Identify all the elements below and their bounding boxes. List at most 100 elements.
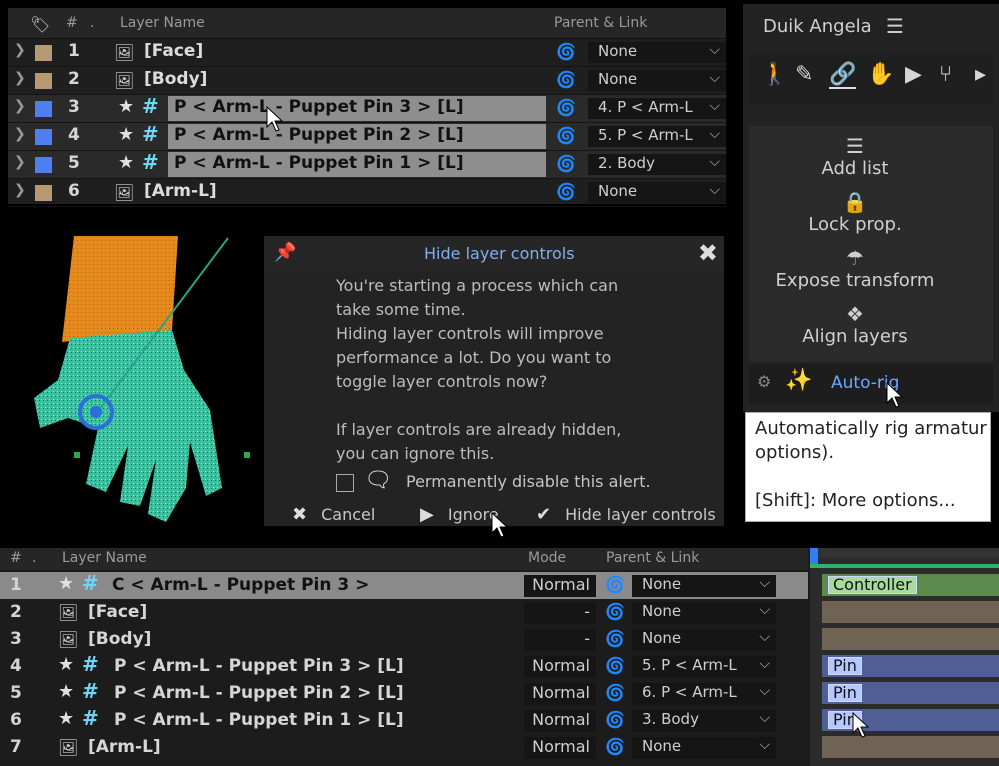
label-color-swatch[interactable] [35, 129, 52, 145]
expand-arrow-icon[interactable]: ❯ [14, 70, 26, 86]
layer-row[interactable]: ❯ 2 🖼 [Body] 🌀 None ⌵ [8, 67, 726, 95]
col-parent-link[interactable]: Parent & Link [554, 15, 647, 31]
expand-arrow-icon[interactable]: ❯ [14, 182, 26, 198]
layer-name[interactable]: P < Arm-L - Puppet Pin 1 > [L] [174, 153, 464, 173]
layer-name[interactable]: P < Arm-L - Puppet Pin 3 > [L] [174, 97, 464, 117]
col-mode[interactable]: Mode [528, 550, 566, 566]
parent-dropdown[interactable]: None ⌵ [588, 70, 726, 91]
parent-dropdown[interactable]: 5. P < Arm-L ⌵ [588, 126, 726, 147]
col-layer-name[interactable]: Layer Name [120, 15, 205, 31]
layer-name[interactable]: P < Arm-L - Puppet Pin 2 > [L] [174, 125, 464, 145]
pickwhip-icon[interactable]: 🌀 [556, 154, 576, 173]
expand-arrow-icon[interactable]: ❯ [14, 42, 26, 58]
blend-mode-dropdown[interactable]: - [524, 629, 596, 651]
pickwhip-icon[interactable]: 🌀 [605, 629, 625, 648]
pickwhip-icon[interactable]: 🌀 [605, 737, 625, 756]
rigging-figure-icon[interactable]: 🚶 [761, 62, 788, 87]
lock-prop-tool[interactable]: 🔒 Lock prop. [749, 190, 961, 235]
pin-marker-2[interactable] [244, 452, 250, 458]
label-color-swatch[interactable] [35, 157, 52, 173]
time-ruler[interactable] [810, 548, 999, 558]
add-list-tool[interactable]: ☰ Add list [749, 134, 961, 179]
gear-icon[interactable]: ⚙ [757, 372, 771, 391]
layer-name[interactable]: [Arm-L] [88, 737, 161, 757]
layer-row[interactable]: 4 ★ # P < Arm-L - Puppet Pin 3 > [L] Normal 🌀… [0, 652, 808, 680]
pin-icon[interactable]: 📌 [274, 242, 296, 263]
parent-dropdown[interactable]: 4. P < Arm-L ⌵ [588, 98, 726, 119]
layer-name[interactable]: [Face] [88, 602, 147, 622]
layer-name[interactable]: [Arm-L] [144, 181, 217, 201]
parent-dropdown[interactable]: None ⌵ [632, 602, 776, 624]
label-color-swatch[interactable] [35, 45, 52, 61]
bone-icon[interactable]: ⑂ [939, 62, 952, 87]
more-tab-icon[interactable]: ▸ [975, 62, 986, 87]
parent-dropdown[interactable]: 5. P < Arm-L ⌵ [632, 656, 776, 678]
label-color-swatch[interactable] [35, 185, 52, 201]
playhead[interactable] [810, 548, 818, 564]
expand-arrow-icon[interactable]: ❯ [14, 126, 26, 142]
layer-row[interactable]: 5 ★ # P < Arm-L - Puppet Pin 2 > [L] Normal 🌀… [0, 679, 808, 707]
layer-row[interactable]: 3 🖼 [Body] - 🌀 None ⌵ [0, 626, 808, 653]
work-area-bar[interactable] [810, 564, 999, 568]
cancel-button[interactable]: ✖ Cancel [292, 504, 375, 525]
pickwhip-icon[interactable]: 🌀 [556, 42, 576, 61]
pin-marker-1[interactable] [74, 452, 80, 458]
pickwhip-icon[interactable]: 🌀 [556, 98, 576, 117]
pickwhip-icon[interactable]: 🌀 [605, 602, 625, 621]
pickwhip-icon[interactable]: 🌀 [605, 656, 625, 675]
layer-duration-bar[interactable]: Pin [822, 682, 999, 704]
layer-duration-bar[interactable]: Pin [822, 709, 999, 731]
pickwhip-icon[interactable]: 🌀 [605, 575, 625, 594]
close-icon[interactable]: ✖ [698, 239, 718, 267]
label-tag-icon[interactable]: 🏷 [30, 15, 50, 34]
link-icon[interactable]: 🔗 [829, 62, 857, 89]
ignore-button[interactable]: ▶ Ignore [420, 504, 499, 525]
layer-name[interactable]: C < Arm-L - Puppet Pin 3 > [112, 575, 369, 595]
pickwhip-icon[interactable]: 🌀 [605, 710, 625, 729]
layer-duration-bar[interactable] [822, 736, 999, 758]
blend-mode-dropdown[interactable]: Normal [524, 683, 596, 705]
col-parent-link[interactable]: Parent & Link [606, 550, 699, 566]
layer-row[interactable]: 7 🖼 [Arm-L] Normal 🌀 None ⌵ [0, 734, 808, 761]
parent-dropdown[interactable]: None ⌵ [632, 629, 776, 651]
disable-alert-checkbox[interactable] [336, 474, 354, 492]
autorig-item[interactable]: ⚙ ✨ Auto-rig [749, 364, 993, 404]
layer-duration-bar[interactable] [822, 628, 999, 650]
pickwhip-icon[interactable]: 🌀 [556, 126, 576, 145]
layer-name[interactable]: P < Arm-L - Puppet Pin 3 > [L] [114, 656, 404, 676]
layer-name[interactable]: P < Arm-L - Puppet Pin 2 > [L] [114, 683, 404, 703]
hide-layer-controls-button[interactable]: ✔ Hide layer controls [536, 504, 716, 525]
blend-mode-dropdown[interactable]: Normal [524, 656, 596, 678]
expand-arrow-icon[interactable]: ❯ [14, 98, 26, 114]
blend-mode-dropdown[interactable]: Normal [524, 710, 596, 732]
label-color-swatch[interactable] [35, 101, 52, 117]
parent-dropdown[interactable]: 3. Body ⌵ [632, 710, 776, 732]
align-layers-tool[interactable]: ❖ Align layers [749, 302, 961, 347]
parent-dropdown[interactable]: 2. Body ⌵ [588, 154, 726, 175]
layer-name[interactable]: P < Arm-L - Puppet Pin 1 > [L] [114, 710, 404, 730]
layer-row[interactable]: ❯ 5 ★ # P < Arm-L - Puppet Pin 1 > [L] 🌀 2. Bo… [8, 150, 726, 179]
layer-row[interactable]: ❯ 1 🖼 [Face] 🌀 None ⌵ [8, 39, 726, 67]
layer-duration-bar[interactable]: Pin [822, 655, 999, 677]
expose-transform-tool[interactable]: ☂ Expose transform [749, 246, 961, 291]
blend-mode-dropdown[interactable]: Normal [524, 737, 596, 759]
parent-dropdown[interactable]: None ⌵ [588, 42, 726, 63]
pickwhip-icon[interactable]: 🌀 [605, 683, 625, 702]
brush-icon[interactable]: ✎ [795, 62, 813, 87]
pickwhip-icon[interactable]: 🌀 [556, 182, 576, 201]
col-layer-name[interactable]: Layer Name [62, 550, 147, 566]
play-icon[interactable]: ▶ [905, 62, 922, 87]
layer-name[interactable]: [Body] [144, 69, 207, 89]
layer-row[interactable]: ❯ 6 🖼 [Arm-L] 🌀 None ⌵ [8, 179, 726, 207]
parent-dropdown[interactable]: 6. P < Arm-L ⌵ [632, 683, 776, 705]
hamburger-menu-icon[interactable]: ☰ [886, 14, 904, 38]
layer-row[interactable]: 6 ★ # P < Arm-L - Puppet Pin 1 > [L] Normal 🌀… [0, 706, 808, 734]
layer-duration-bar[interactable]: Controller [822, 574, 999, 596]
layer-row[interactable]: ❯ 3 ★ # P < Arm-L - Puppet Pin 3 > [L] 🌀 4. P … [8, 94, 726, 123]
pickwhip-icon[interactable]: 🌀 [556, 70, 576, 89]
blend-mode-dropdown[interactable]: - [524, 602, 596, 624]
blend-mode-dropdown[interactable]: Normal [524, 575, 596, 597]
hand-icon[interactable]: ✋ [867, 62, 894, 87]
layer-row[interactable]: 2 🖼 [Face] - 🌀 None ⌵ [0, 599, 808, 626]
layer-row[interactable]: 1 ★ # C < Arm-L - Puppet Pin 3 > Normal 🌀 None… [0, 571, 808, 599]
